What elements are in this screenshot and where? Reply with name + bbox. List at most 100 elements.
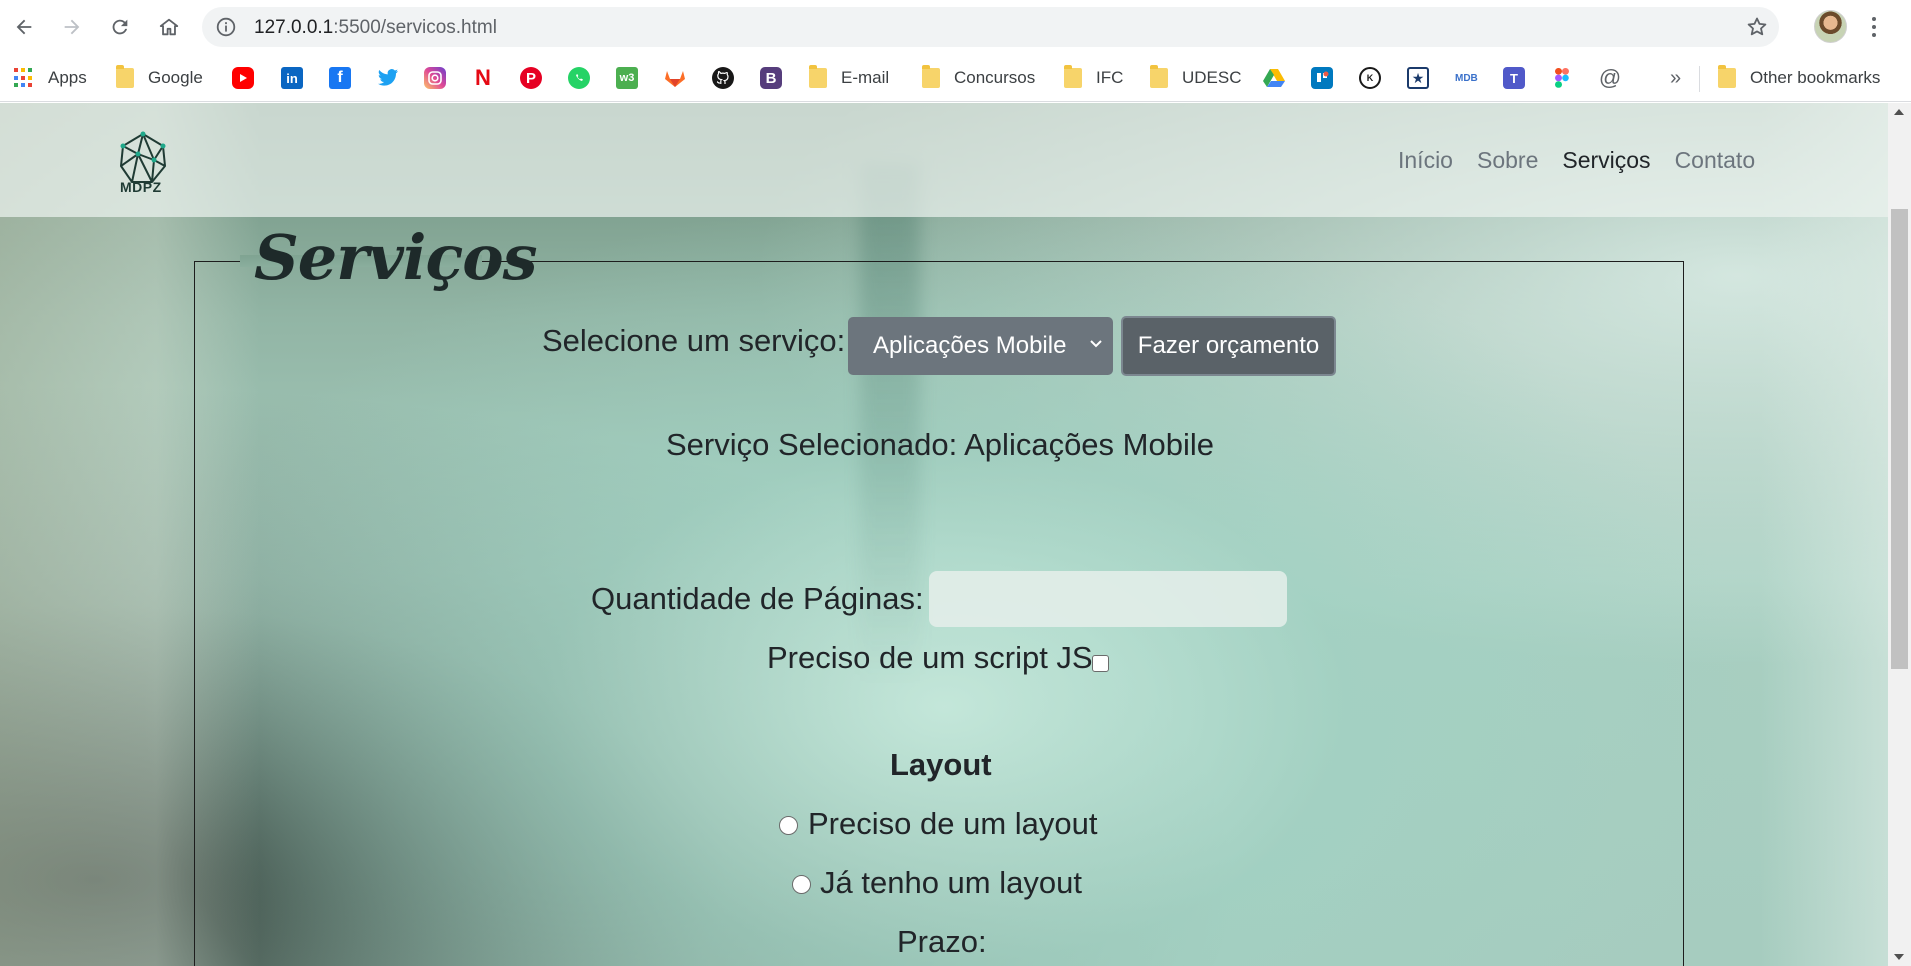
instagram-icon — [424, 67, 446, 89]
netflix-icon: N — [475, 65, 491, 90]
forward-arrow-icon[interactable] — [55, 10, 89, 44]
star-badge-icon: ★ — [1407, 67, 1429, 89]
background-right-shade — [1760, 103, 1888, 966]
nav-link-contato[interactable]: Contato — [1675, 147, 1756, 174]
bookmark-pinterest[interactable]: P — [520, 64, 542, 92]
url-path: :5500/servicos.html — [333, 17, 497, 38]
scroll-down-arrow-icon[interactable] — [1894, 954, 1904, 960]
trello-icon — [1311, 67, 1333, 89]
google-drive-icon — [1263, 67, 1285, 89]
home-icon[interactable] — [152, 10, 186, 44]
bookmark-teams[interactable]: T — [1503, 64, 1525, 92]
bookmark-label: IFC — [1096, 68, 1124, 87]
bookmark-label: Apps — [48, 68, 87, 87]
figma-icon — [1551, 67, 1573, 89]
whatsapp-icon — [568, 67, 590, 89]
bookmark-google-drive[interactable] — [1263, 64, 1285, 92]
service-select-label: Selecione um serviço: — [542, 323, 846, 358]
bookmarks-overflow-button[interactable]: » — [1670, 64, 1681, 92]
bookmark-label: Other bookmarks — [1750, 68, 1881, 87]
youtube-icon — [232, 67, 254, 89]
bookmark-star-icon[interactable] — [1745, 15, 1769, 39]
folder-icon — [922, 65, 940, 88]
site-navbar: MDPZ Início Sobre Serviços Contato — [0, 103, 1888, 217]
url-host: 127.0.0.1 — [254, 17, 334, 38]
info-icon[interactable] — [216, 17, 236, 37]
bookmark-apps[interactable]: Apps — [14, 64, 87, 92]
bookmark-at[interactable]: @ — [1599, 64, 1621, 92]
bookmark-label: E-mail — [841, 68, 890, 87]
nav-link-inicio[interactable]: Início — [1398, 147, 1453, 174]
apps-grid-icon — [14, 68, 34, 88]
bookmark-figma[interactable] — [1551, 64, 1573, 92]
bookmark-github[interactable] — [712, 64, 734, 92]
bookmark-other[interactable]: Other bookmarks — [1718, 64, 1880, 92]
facebook-icon: f — [329, 67, 351, 89]
w3schools-icon: w3 — [616, 67, 638, 89]
bookmark-twitter[interactable] — [377, 64, 399, 92]
js-script-checkbox[interactable] — [1092, 655, 1109, 672]
page-title: Serviços — [254, 221, 537, 294]
bookmark-label: Google — [148, 68, 203, 87]
chevron-down-icon — [1090, 340, 1102, 348]
bookmark-netflix[interactable]: N — [472, 64, 494, 92]
teams-icon: T — [1503, 67, 1525, 89]
at-sign-icon: @ — [1598, 65, 1622, 90]
bookmark-concursos[interactable]: Concursos — [922, 64, 1035, 92]
reload-icon[interactable] — [103, 10, 137, 44]
nav-link-servicos[interactable]: Serviços — [1562, 147, 1650, 174]
budget-button[interactable]: Fazer orçamento — [1121, 316, 1336, 376]
have-layout-label: Já tenho um layout — [820, 865, 1082, 900]
need-layout-label: Preciso de um layout — [808, 806, 1098, 841]
browser-toolbar: 127.0.0.1:5500/servicos.html — [0, 0, 1911, 54]
service-select[interactable]: Aplicações Mobile — [848, 317, 1113, 375]
address-bar[interactable]: 127.0.0.1:5500/servicos.html — [202, 7, 1779, 47]
page-viewport: MDPZ Início Sobre Serviços Contato Servi… — [0, 103, 1888, 966]
bookmark-ifc[interactable]: IFC — [1064, 64, 1123, 92]
github-icon — [712, 67, 734, 89]
service-select-value: Aplicações Mobile — [873, 332, 1067, 359]
browser-menu-icon[interactable] — [1868, 12, 1880, 42]
bookmarks-bar: Apps Google in f N P w3 B E-mail Concurs… — [0, 54, 1911, 102]
bookmark-google[interactable]: Google — [116, 64, 203, 92]
bookmark-facebook[interactable]: f — [329, 64, 351, 92]
selected-service-text: Serviço Selecionado: Aplicações Mobile — [666, 427, 1214, 462]
site-nav-links: Início Sobre Serviços Contato — [1398, 147, 1779, 174]
bookmark-ck-app[interactable]: K — [1359, 64, 1381, 92]
mdb-icon: MDB — [1455, 72, 1478, 84]
site-logo-text: MDPZ — [120, 179, 162, 195]
profile-avatar[interactable] — [1814, 10, 1847, 43]
bookmark-bootstrap[interactable]: B — [760, 64, 782, 92]
folder-icon — [1150, 65, 1168, 88]
deadline-label: Prazo: — [897, 924, 987, 959]
bookmark-gitlab[interactable] — [664, 64, 686, 92]
bookmark-whatsapp[interactable] — [568, 64, 590, 92]
url-text[interactable]: 127.0.0.1:5500/servicos.html — [254, 17, 497, 39]
bookmarks-divider — [1699, 66, 1700, 92]
need-layout-radio[interactable] — [779, 816, 798, 835]
scrollbar-thumb[interactable] — [1891, 209, 1908, 669]
pages-quantity-label: Quantidade de Páginas: — [591, 581, 924, 616]
bookmark-youtube[interactable] — [232, 64, 254, 92]
js-script-label: Preciso de um script JS — [767, 640, 1093, 675]
have-layout-radio[interactable] — [792, 875, 811, 894]
folder-icon — [809, 65, 827, 88]
bookmark-instagram[interactable] — [424, 64, 446, 92]
scroll-up-arrow-icon[interactable] — [1894, 109, 1904, 115]
bookmark-label: UDESC — [1182, 68, 1242, 87]
bookmark-email[interactable]: E-mail — [809, 64, 889, 92]
bookmark-trello[interactable] — [1311, 64, 1333, 92]
bookmark-udesc[interactable]: UDESC — [1150, 64, 1242, 92]
bookmark-mdb[interactable]: MDB — [1455, 64, 1478, 92]
page-scrollbar[interactable] — [1888, 103, 1911, 966]
back-arrow-icon[interactable] — [7, 10, 41, 44]
pages-quantity-input[interactable] — [929, 571, 1287, 627]
folder-icon — [1718, 65, 1736, 88]
folder-icon — [116, 65, 134, 88]
bookmark-w3schools[interactable]: w3 — [616, 64, 638, 92]
pinterest-icon: P — [520, 67, 542, 89]
ck-icon: K — [1359, 67, 1381, 89]
bookmark-star-app[interactable]: ★ — [1407, 64, 1429, 92]
nav-link-sobre[interactable]: Sobre — [1477, 147, 1538, 174]
bookmark-linkedin[interactable]: in — [281, 64, 303, 92]
